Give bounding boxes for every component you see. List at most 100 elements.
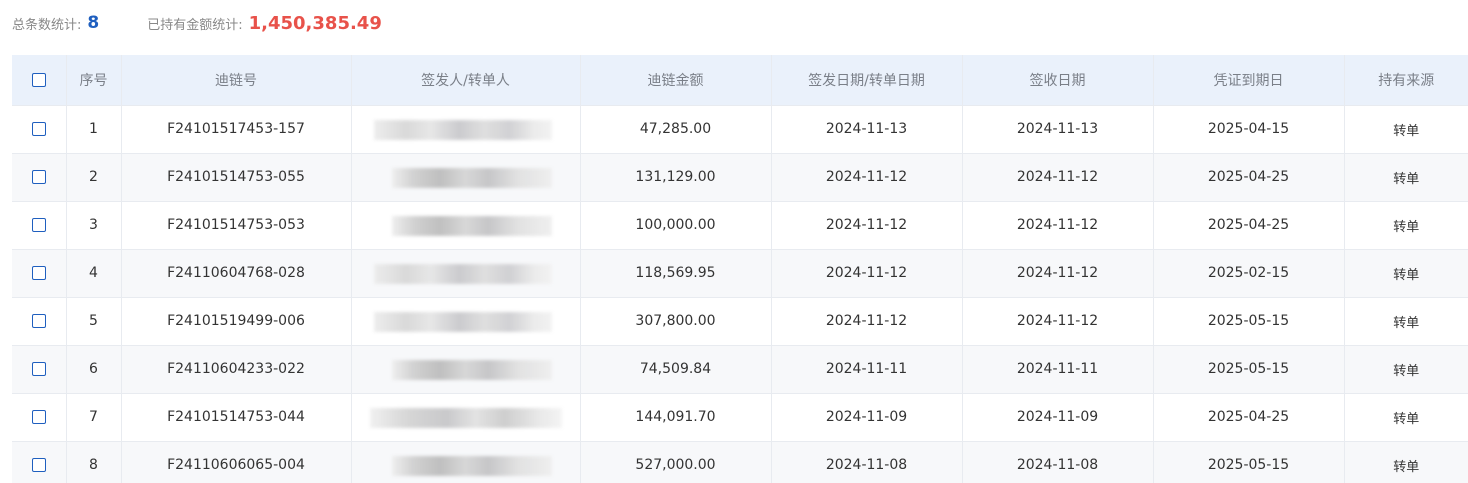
cell-sign-date: 2024-11-12	[962, 249, 1154, 298]
cell-issuer-redacted	[351, 153, 581, 202]
held-amount-value: 1,450,385.49	[248, 12, 382, 34]
header-issuer[interactable]: 签发人/转单人	[351, 55, 581, 106]
redacted-blur	[391, 167, 552, 188]
cell-amount: 131,129.00	[580, 153, 772, 202]
cell-issuer-redacted	[351, 393, 581, 442]
row-checkbox-icon[interactable]	[31, 170, 46, 184]
cell-issuer-redacted	[351, 345, 581, 394]
header-issue-date[interactable]: 签发日期/转单日期	[771, 55, 963, 106]
row-select-cell[interactable]	[12, 201, 67, 250]
cell-due-date: 2025-05-15	[1153, 345, 1345, 394]
cell-index: 3	[66, 201, 122, 250]
held-amount-stat: 已持有金额统计: 1,450,385.49	[147, 13, 382, 34]
table-header-row: 序号 迪链号 签发人/转单人 迪链金额 签发日期/转单日期 签收日期 凭证到期日…	[12, 55, 1468, 106]
row-checkbox-icon[interactable]	[31, 362, 46, 376]
cell-chain-no: F24101514753-044	[121, 393, 352, 442]
dilian-table: 序号 迪链号 签发人/转单人 迪链金额 签发日期/转单日期 签收日期 凭证到期日…	[12, 55, 1468, 483]
cell-source: 转单	[1344, 345, 1468, 394]
cell-chain-no: F24101514753-053	[121, 201, 352, 250]
row-checkbox-icon[interactable]	[31, 314, 46, 328]
row-select-cell[interactable]	[12, 153, 67, 202]
cell-chain-no: F24101514753-055	[121, 153, 352, 202]
cell-sign-date: 2024-11-09	[962, 393, 1154, 442]
cell-sign-date: 2024-11-11	[962, 345, 1154, 394]
redacted-blur	[391, 215, 552, 236]
cell-issue-date: 2024-11-13	[771, 105, 963, 154]
cell-index: 4	[66, 249, 122, 298]
cell-source: 转单	[1344, 201, 1468, 250]
cell-index: 1	[66, 105, 122, 154]
cell-due-date: 2025-05-15	[1153, 441, 1345, 483]
cell-index: 7	[66, 393, 122, 442]
table-row[interactable]: 3 F24101514753-053 100,000.00 2024-11-12…	[12, 201, 1468, 250]
row-select-cell[interactable]	[12, 297, 67, 346]
summary-bar: 总条数统计: 8 已持有金额统计: 1,450,385.49	[12, 10, 382, 36]
table-row[interactable]: 5 F24101519499-006 307,800.00 2024-11-12…	[12, 297, 1468, 346]
row-checkbox-icon[interactable]	[31, 122, 46, 136]
cell-index: 6	[66, 345, 122, 394]
select-all-cell[interactable]	[12, 55, 67, 106]
select-all-checkbox-icon[interactable]	[31, 72, 46, 87]
cell-index: 5	[66, 297, 122, 346]
cell-issue-date: 2024-11-12	[771, 153, 963, 202]
redacted-blur	[369, 407, 562, 428]
table-row[interactable]: 8 F24110606065-004 527,000.00 2024-11-08…	[12, 441, 1468, 483]
cell-index: 2	[66, 153, 122, 202]
row-checkbox-icon[interactable]	[31, 266, 46, 280]
cell-due-date: 2025-02-15	[1153, 249, 1345, 298]
cell-issuer-redacted	[351, 105, 581, 154]
total-count-stat: 总条数统计: 8	[12, 13, 99, 33]
cell-issue-date: 2024-11-12	[771, 249, 963, 298]
row-select-cell[interactable]	[12, 105, 67, 154]
row-select-cell[interactable]	[12, 249, 67, 298]
cell-source: 转单	[1344, 249, 1468, 298]
cell-sign-date: 2024-11-12	[962, 201, 1154, 250]
table-row[interactable]: 6 F24110604233-022 74,509.84 2024-11-11 …	[12, 345, 1468, 394]
header-source[interactable]: 持有来源	[1344, 55, 1468, 106]
redacted-blur	[391, 455, 552, 476]
cell-issuer-redacted	[351, 441, 581, 483]
row-checkbox-icon[interactable]	[31, 218, 46, 232]
table-row[interactable]: 4 F24110604768-028 118,569.95 2024-11-12…	[12, 249, 1468, 298]
table-row[interactable]: 7 F24101514753-044 144,091.70 2024-11-09…	[12, 393, 1468, 442]
cell-source: 转单	[1344, 393, 1468, 442]
cell-index: 8	[66, 441, 122, 483]
total-count-label: 总条数统计:	[12, 17, 82, 33]
cell-sign-date: 2024-11-12	[962, 153, 1154, 202]
header-chain-no[interactable]: 迪链号	[121, 55, 352, 106]
cell-chain-no: F24110606065-004	[121, 441, 352, 483]
cell-chain-no: F24101517453-157	[121, 105, 352, 154]
cell-due-date: 2025-04-25	[1153, 393, 1345, 442]
total-count-value: 8	[87, 13, 100, 33]
cell-due-date: 2025-04-15	[1153, 105, 1345, 154]
cell-issue-date: 2024-11-11	[771, 345, 963, 394]
cell-source: 转单	[1344, 441, 1468, 483]
cell-issuer-redacted	[351, 249, 581, 298]
cell-source: 转单	[1344, 153, 1468, 202]
cell-issue-date: 2024-11-12	[771, 201, 963, 250]
cell-amount: 47,285.00	[580, 105, 772, 154]
cell-source: 转单	[1344, 297, 1468, 346]
header-amount[interactable]: 迪链金额	[580, 55, 772, 106]
row-checkbox-icon[interactable]	[31, 458, 46, 472]
cell-amount: 118,569.95	[580, 249, 772, 298]
header-sign-date[interactable]: 签收日期	[962, 55, 1154, 106]
cell-due-date: 2025-04-25	[1153, 153, 1345, 202]
cell-amount: 100,000.00	[580, 201, 772, 250]
row-checkbox-icon[interactable]	[31, 410, 46, 424]
cell-issuer-redacted	[351, 297, 581, 346]
cell-amount: 527,000.00	[580, 441, 772, 483]
table-row[interactable]: 1 F24101517453-157 47,285.00 2024-11-13 …	[12, 105, 1468, 154]
row-select-cell[interactable]	[12, 393, 67, 442]
cell-amount: 74,509.84	[580, 345, 772, 394]
redacted-blur	[391, 359, 552, 380]
cell-due-date: 2025-05-15	[1153, 297, 1345, 346]
cell-due-date: 2025-04-25	[1153, 201, 1345, 250]
header-due-date[interactable]: 凭证到期日	[1153, 55, 1345, 106]
cell-issue-date: 2024-11-09	[771, 393, 963, 442]
table-row[interactable]: 2 F24101514753-055 131,129.00 2024-11-12…	[12, 153, 1468, 202]
cell-chain-no: F24101519499-006	[121, 297, 352, 346]
row-select-cell[interactable]	[12, 345, 67, 394]
row-select-cell[interactable]	[12, 441, 67, 483]
header-index[interactable]: 序号	[66, 55, 122, 106]
